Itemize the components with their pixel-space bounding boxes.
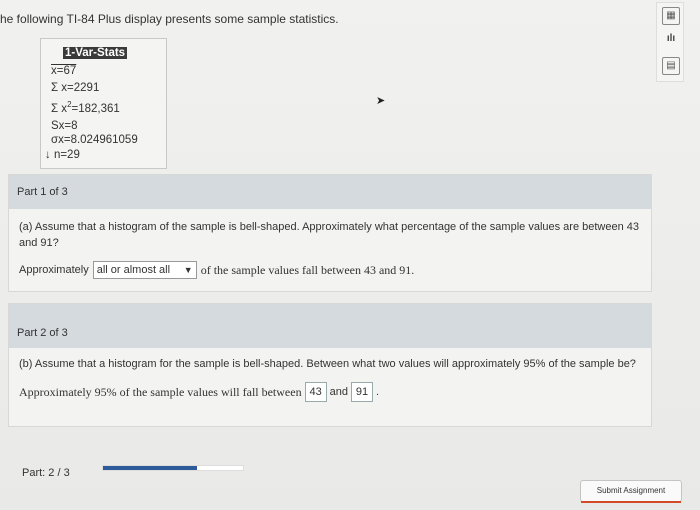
percentage-select[interactable]: all or almost all ▼ bbox=[92, 261, 197, 279]
calc-xbar: x=67 bbox=[51, 65, 77, 77]
part-2-body: (b) Assume that a histogram for the samp… bbox=[9, 348, 651, 410]
table-icon[interactable]: ▤ bbox=[662, 57, 680, 75]
part-2-section: Part 2 of 3 (b) Assume that a histogram … bbox=[8, 303, 652, 427]
part-2-prefix: Approximately 95% of the sample values w… bbox=[19, 384, 302, 399]
part-1-section: Part 1 of 3 (a) Assume that a histogram … bbox=[8, 174, 652, 292]
calc-sum-x2-sup: 2 bbox=[67, 100, 72, 109]
part-1-answer-row: Approximately all or almost all ▼ of the… bbox=[19, 261, 641, 279]
mouse-cursor-icon: ➤ bbox=[376, 95, 386, 107]
calc-sum-x2: Σ x2=182,361 bbox=[51, 100, 120, 115]
part-1-header: Part 1 of 3 bbox=[9, 175, 651, 209]
part-2-header: Part 2 of 3 bbox=[9, 304, 651, 348]
part-2-and: and bbox=[329, 386, 348, 398]
progress-label: Part: 2 / 3 bbox=[22, 467, 70, 479]
calc-sx: Sx=8 bbox=[51, 120, 78, 132]
part-2-answer-row: Approximately 95% of the sample values w… bbox=[19, 382, 641, 402]
lower-value-input[interactable]: 43 bbox=[304, 382, 327, 402]
part-1-body: (a) Assume that a histogram of the sampl… bbox=[9, 209, 651, 287]
statistics-icon[interactable]: ılı bbox=[662, 31, 680, 49]
part-2-end: . bbox=[375, 386, 380, 398]
percentage-select-value: all or almost all bbox=[96, 264, 171, 276]
calculator-icon[interactable]: ▦ bbox=[662, 7, 680, 25]
submit-assignment-button[interactable]: Submit Assignment bbox=[580, 480, 682, 503]
upper-value-input[interactable]: 91 bbox=[350, 382, 373, 402]
submit-underline bbox=[581, 501, 681, 503]
calc-sum-x2-prefix: Σ x bbox=[51, 103, 68, 115]
part-1-approx-label: Approximately bbox=[19, 264, 89, 276]
dropdown-arrow-icon: ▼ bbox=[183, 265, 193, 275]
calc-sum-x2-suffix: =182,361 bbox=[71, 103, 120, 115]
part-1-question: (a) Assume that a histogram of the sampl… bbox=[19, 221, 640, 249]
progress-bar-fill bbox=[103, 466, 197, 470]
calc-title: 1-Var-Stats bbox=[63, 47, 128, 59]
assignment-page: he following TI-84 Plus display presents… bbox=[0, 0, 700, 510]
intro-text: he following TI-84 Plus display presents… bbox=[0, 12, 339, 26]
part-1-suffix: of the sample values fall between 43 and… bbox=[200, 262, 415, 277]
progress-area: Part: 2 / 3 bbox=[8, 456, 652, 484]
progress-bar bbox=[102, 465, 244, 471]
tools-panel: ▦ ılı ▤ bbox=[656, 2, 684, 82]
part-2-question: (b) Assume that a histogram for the samp… bbox=[19, 358, 636, 370]
calc-sum-x: Σ x=2291 bbox=[51, 82, 100, 94]
calculator-display: 1-Var-Stats x=67 Σ x=2291 Σ x2=182,361 S… bbox=[40, 38, 167, 169]
submit-assignment-label: Submit Assignment bbox=[596, 486, 666, 495]
calc-n: ↓ n=29 bbox=[45, 149, 80, 161]
calc-sigma-x: σx=8.024961059 bbox=[51, 134, 138, 146]
